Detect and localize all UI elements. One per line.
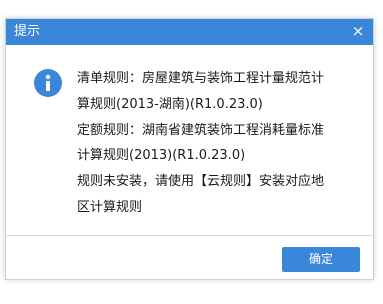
message-line: 算规则(2013-湖南)(R1.0.23.0)	[77, 96, 263, 112]
dialog-message: 清单规则：房屋建筑与装饰工程计量规范计 算规则(2013-湖南)(R1.0.23…	[77, 66, 367, 221]
message-line: 规则未安装，请使用【云规则】安装对应地	[77, 174, 325, 190]
prompt-dialog: 提示 × 清单规则：房屋建筑与装饰工程计量规范计 算规则(2013-湖南)(R1…	[5, 18, 374, 280]
dialog-titlebar: 提示 ×	[6, 19, 373, 45]
footer-divider	[6, 235, 373, 236]
dialog-title: 提示	[14, 24, 41, 39]
message-line: 计算规则(2013)(R1.0.23.0)	[77, 148, 246, 164]
info-icon	[34, 69, 62, 97]
message-line: 定额规则：湖南省建筑装饰工程消耗量标准	[77, 122, 325, 138]
ok-button[interactable]: 确定	[282, 247, 360, 272]
close-icon[interactable]: ×	[349, 22, 367, 40]
message-line: 区计算规则	[77, 199, 143, 215]
message-line: 清单规则：房屋建筑与装饰工程计量规范计	[77, 71, 325, 86]
